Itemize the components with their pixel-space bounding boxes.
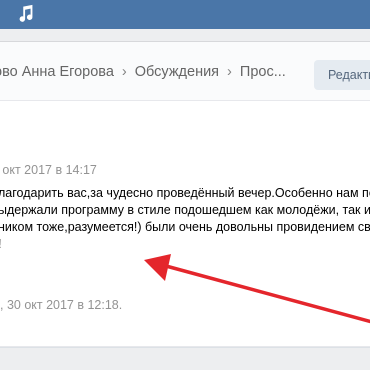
post-text-line: лагодарить вас,за чудесно проведённый ве… xyxy=(0,186,370,200)
breadcrumb-discussions-link[interactable]: Обсуждения xyxy=(135,64,219,80)
post-text: лагодарить вас,за чудесно проведённый ве… xyxy=(0,185,370,253)
post-text-line: ником тоже,разумеется!) были очень довол… xyxy=(0,220,370,234)
breadcrumb: ово Анна Егорова › Обсуждения › Прос... xyxy=(0,64,286,80)
post-text-line: ! xyxy=(0,236,370,253)
edited-timestamp: , 30 окт 2017 в 12:18. xyxy=(0,298,123,312)
post-date-link[interactable]: 9 окт 2017 в 14:17 xyxy=(0,163,97,177)
breadcrumb-group-link[interactable]: ово Анна Егорова xyxy=(0,64,114,80)
music-note-icon[interactable] xyxy=(15,3,37,25)
post-divider xyxy=(0,346,370,347)
edit-button[interactable]: Редактировать xyxy=(314,60,370,90)
post-text-line: ыдержали программу в стиле подошедшем ка… xyxy=(0,203,370,217)
discussion-card: ово Анна Егорова › Обсуждения › Прос... Реда… xyxy=(0,42,370,348)
breadcrumb-separator: › xyxy=(227,64,232,80)
discussion-header: ово Анна Егорова › Обсуждения › Прос... Реда… xyxy=(0,42,370,101)
top-bar xyxy=(0,0,370,29)
breadcrumb-separator: › xyxy=(121,64,127,80)
breadcrumb-current-topic: Прос... xyxy=(239,64,286,80)
